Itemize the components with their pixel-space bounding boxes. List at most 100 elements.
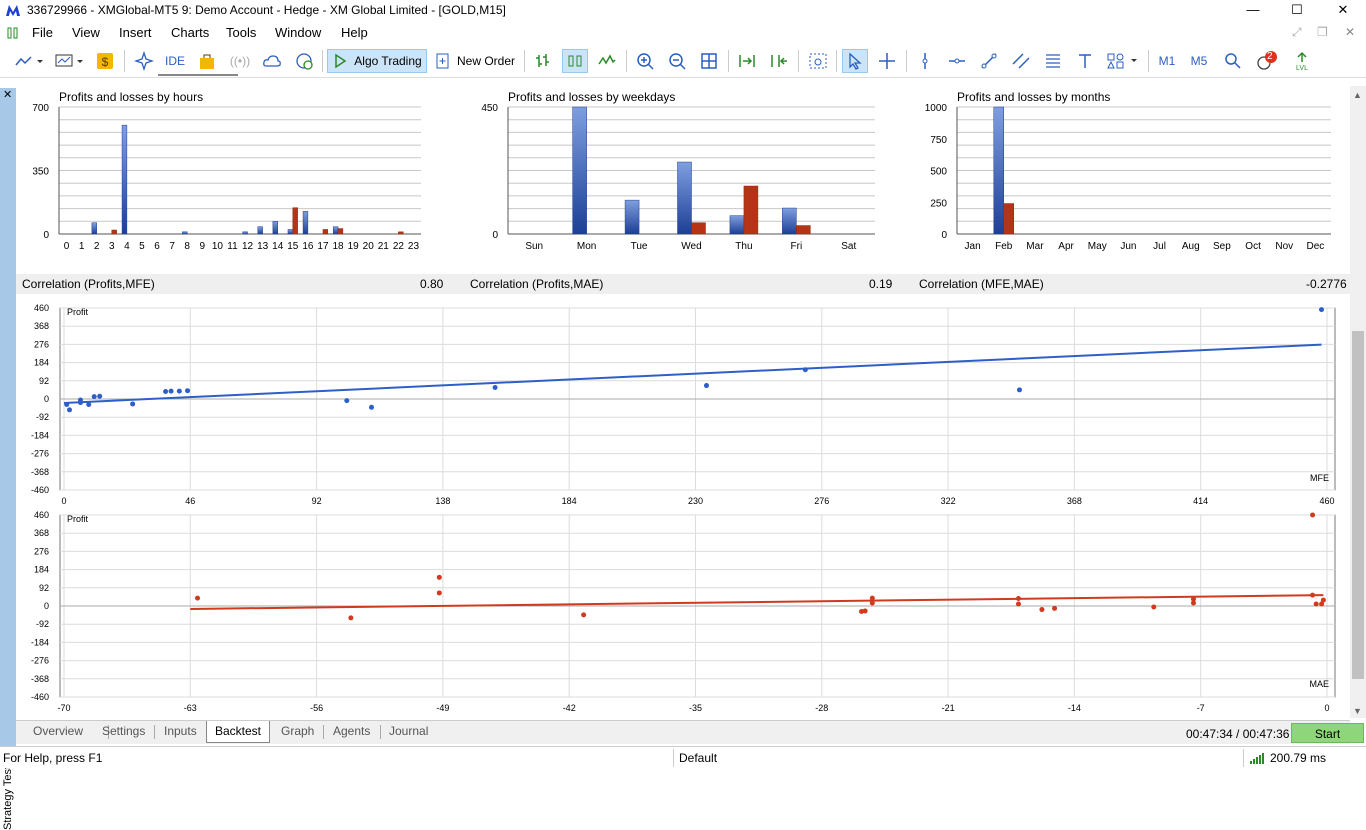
profit-bar [272, 221, 278, 235]
y-tick-label: -92 [36, 412, 49, 422]
tab-settings[interactable]: Settings [102, 724, 145, 738]
x-tick-label: -21 [942, 703, 955, 713]
x-tick-label: Jul [1153, 241, 1166, 252]
new-chart-icon[interactable] [12, 49, 46, 73]
x-tick-label: 16 [302, 241, 314, 252]
data-point [802, 367, 808, 373]
close-child-icon[interactable]: ✕ [1345, 25, 1355, 39]
y-tick-label: 700 [32, 103, 49, 114]
correlation-profits-mfe-value: 0.80 [420, 277, 444, 291]
maximize-button[interactable]: ☐ [1274, 0, 1320, 22]
text-tool-icon[interactable] [1074, 49, 1096, 73]
x-tick-label: 8 [184, 241, 190, 252]
tab-inputs[interactable]: Inputs [164, 724, 197, 738]
y-tick-label: 460 [34, 303, 49, 313]
correlation-profits-mae-label: Correlation (Profits,MAE) [470, 277, 604, 291]
profit-bar [182, 231, 188, 235]
menu-charts[interactable]: Charts [171, 25, 209, 40]
profit-bar [729, 215, 745, 235]
bar-chart-icon[interactable] [532, 49, 554, 73]
restore-child-icon[interactable]: ⤢ [1292, 25, 1302, 40]
timeframe-m5-button[interactable]: M5 [1186, 49, 1212, 73]
trendline-icon[interactable] [978, 49, 1000, 73]
data-point [1015, 601, 1021, 607]
horizontal-line-icon[interactable] [946, 49, 968, 73]
vertical-line-icon[interactable] [914, 49, 936, 73]
y-tick-label: 1000 [925, 103, 948, 114]
profit-bar [572, 106, 587, 235]
shapes-icon[interactable] [1104, 49, 1142, 73]
y-tick-label: 500 [930, 167, 947, 178]
close-panel-icon[interactable]: ✕ [3, 88, 12, 101]
autoscroll-icon[interactable] [768, 49, 790, 73]
zoom-in-icon[interactable] [634, 49, 656, 73]
tab-agents[interactable]: Agents [333, 724, 370, 738]
status-help: For Help, press F1 [3, 751, 103, 765]
scroll-down-icon[interactable]: ▼ [1353, 706, 1362, 716]
data-point [1319, 307, 1325, 313]
restore-child-window-icon[interactable]: ❐ [1317, 25, 1328, 39]
chart-shift-icon[interactable] [736, 49, 758, 73]
loss-bar [1003, 203, 1014, 235]
x-tick-label: 20 [363, 241, 375, 252]
shop-icon[interactable] [196, 49, 218, 73]
search-icon[interactable] [1222, 49, 1244, 73]
algo-trading-button[interactable]: Algo Trading [327, 49, 427, 73]
new-order-button[interactable]: New Order [432, 49, 518, 73]
menu-window[interactable]: Window [275, 25, 321, 40]
vertical-scrollbar[interactable]: ▲ ▼ [1350, 86, 1366, 718]
profit-bar [91, 222, 97, 235]
profit-bar [677, 161, 692, 235]
menu-insert[interactable]: Insert [119, 25, 152, 40]
community-icon[interactable] [292, 49, 316, 73]
minimize-button[interactable]: — [1230, 0, 1276, 22]
timeframe-m1-button[interactable]: M1 [1154, 49, 1180, 73]
x-tick-label: 0 [61, 496, 66, 506]
data-point [168, 388, 174, 394]
menu-view[interactable]: View [72, 25, 100, 40]
status-ping: 200.79 ms [1270, 751, 1327, 765]
main-toolbar: $ IDE ((•)) Algo Trading New Order M1 M5… [0, 44, 1366, 112]
zoom-out-icon[interactable] [666, 49, 688, 73]
tile-windows-icon[interactable] [698, 49, 720, 73]
close-button[interactable]: ✕ [1320, 0, 1366, 22]
chart-title: Profits and losses by months [957, 90, 1110, 104]
cursor-icon[interactable] [842, 49, 868, 73]
fibonacci-icon[interactable] [1042, 49, 1064, 73]
tab-journal[interactable]: Journal [389, 724, 428, 738]
signal-strength-icon [1250, 753, 1264, 764]
menu-help[interactable]: Help [341, 25, 368, 40]
correlation-mfe-mae-value: -0.2776 [1306, 277, 1347, 291]
tab-graph[interactable]: Graph [281, 724, 314, 738]
equidistant-channel-icon[interactable] [1010, 49, 1032, 73]
crosshair-icon[interactable] [876, 49, 898, 73]
loss-bar [337, 228, 344, 235]
ai-assistant-icon[interactable] [132, 49, 156, 73]
vps-icon[interactable] [260, 49, 284, 73]
x-tick-label: 92 [312, 496, 322, 506]
tab-backtest[interactable]: Backtest [206, 721, 271, 743]
loss-bar [322, 229, 329, 235]
x-tick-label: 22 [393, 241, 405, 252]
tab-overview[interactable]: Overview [33, 724, 83, 738]
tester-tabs: Overview Settings Inputs Backtest Graph … [16, 720, 1350, 744]
profiles-icon[interactable] [52, 49, 86, 73]
level-icon[interactable]: LVL [1292, 49, 1312, 73]
candlesticks-icon[interactable] [562, 49, 588, 73]
loss-bar [111, 229, 117, 235]
ide-button[interactable]: IDE [160, 49, 190, 73]
line-chart-icon[interactable] [596, 49, 618, 73]
scroll-up-icon[interactable]: ▲ [1353, 90, 1362, 100]
x-tick-label: Sat [841, 241, 856, 252]
x-tick-label: -14 [1068, 703, 1081, 713]
loss-bar [796, 225, 811, 235]
start-button[interactable]: Start [1291, 723, 1364, 743]
menu-file[interactable]: File [32, 25, 53, 40]
market-icon[interactable]: $ [94, 49, 116, 73]
data-point [1190, 596, 1196, 602]
screenshot-icon[interactable] [806, 49, 830, 73]
scrollbar-thumb[interactable] [1352, 331, 1364, 679]
notifications-icon[interactable]: 2 [1254, 49, 1280, 73]
signals-icon[interactable]: ((•)) [228, 49, 252, 73]
menu-tools[interactable]: Tools [226, 25, 256, 40]
